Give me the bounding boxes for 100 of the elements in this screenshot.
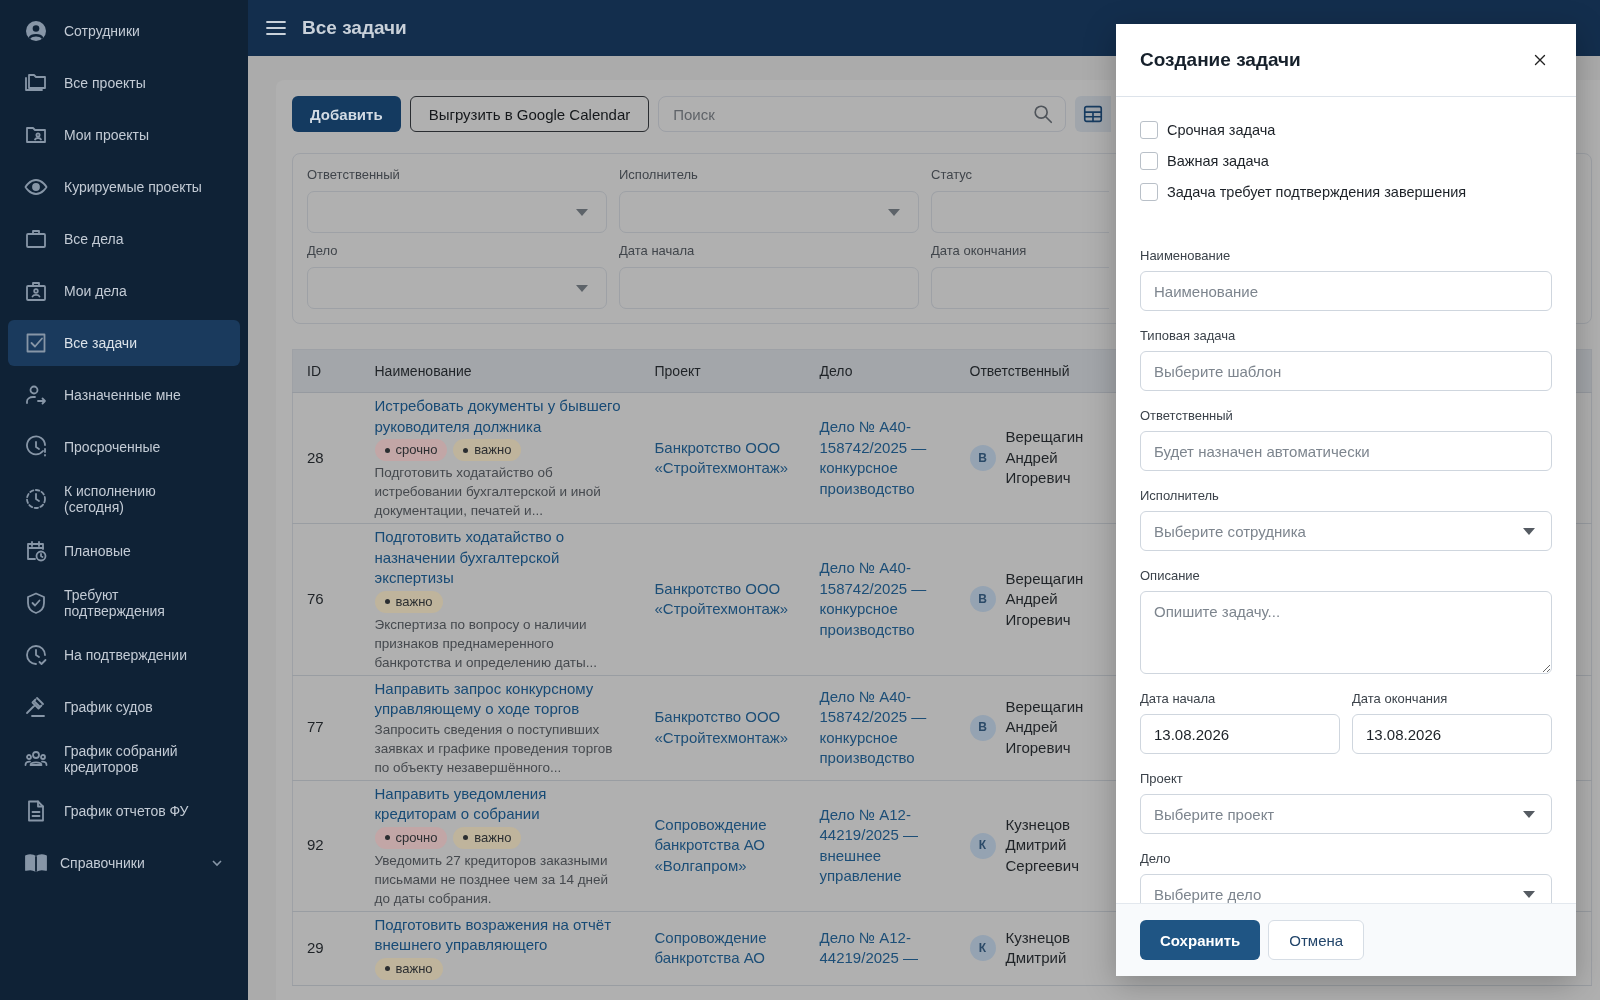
task-description: Экспертиза по вопросу о наличии признаков преднамеренного банкротства и определению даты... <box>374 615 598 672</box>
dropdown-field[interactable]: Выберите проект <box>1140 794 1552 834</box>
user-arrow-icon <box>24 383 48 407</box>
checkbox-label: Срочная задача <box>1167 122 1276 138</box>
filter-field[interactable] <box>931 191 1109 233</box>
clock-icon <box>24 435 48 459</box>
tag: важно <box>374 590 443 613</box>
date-field[interactable]: 13.08.2026 <box>1140 714 1340 754</box>
sidebar-item[interactable]: Все задачи <box>8 320 240 366</box>
table-cell: 28 <box>292 392 361 524</box>
filter-label: Дело <box>307 243 338 259</box>
checkbox[interactable] <box>1140 121 1158 139</box>
sidebar-item[interactable]: Все проекты <box>8 60 240 106</box>
caret-icon <box>888 208 900 216</box>
add-button[interactable]: Добавить <box>292 96 401 132</box>
project-link[interactable]: Банкротство ООО «Стройтехмонтаж» <box>654 437 792 479</box>
page-title: Все задачи <box>302 17 407 39</box>
text-field[interactable]: Наименование <box>1140 271 1552 311</box>
task-link[interactable]: Направить запрос конкурсному управляющему о ходе торгов <box>374 678 627 720</box>
avatar: К <box>969 832 996 859</box>
filter-label: Статус <box>931 167 973 183</box>
sidebar-item[interactable]: График отчетов ФУ <box>8 788 240 834</box>
sidebar-item[interactable]: К исполнению (сегодня) <box>8 476 240 522</box>
checkbox[interactable] <box>1140 183 1158 201</box>
sidebar-item[interactable]: Курируемые проекты <box>8 164 240 210</box>
project-link[interactable]: Сопровождение банкротства АО <box>654 927 792 969</box>
filter-field[interactable] <box>931 267 1109 309</box>
sidebar-item[interactable]: Справочники <box>8 840 240 886</box>
search-field[interactable]: Поиск <box>658 96 1067 132</box>
field-label: Дело <box>1140 851 1172 867</box>
description-field[interactable]: Опишите задачу... <box>1140 591 1552 674</box>
sidebar-item[interactable]: Назначенные мне <box>8 372 240 418</box>
table-cell: 29 <box>292 911 361 985</box>
cancel-button[interactable]: Отмена <box>1268 920 1365 960</box>
sidebar-item[interactable]: Мои дела <box>8 268 240 314</box>
table-cell: 76 <box>292 523 361 675</box>
filter-label: Ответственный <box>307 167 400 183</box>
clock-check-icon <box>24 643 48 667</box>
task-link[interactable]: Направить уведомления кредиторам о собрании <box>374 783 627 825</box>
table-cell: 77 <box>292 675 361 780</box>
project-link[interactable]: Банкротство ООО «Стройтехмонтаж» <box>654 578 792 620</box>
sidebar-item[interactable]: Сотрудники <box>8 8 240 54</box>
checkbox-label: Задача требует подтверждения завершения <box>1167 184 1467 200</box>
case-link[interactable]: Дело № А12-44219/2025 — внешнее управление <box>819 804 942 887</box>
save-button[interactable]: Сохранить <box>1140 920 1261 960</box>
sidebar-item[interactable]: Все дела <box>8 216 240 262</box>
task-description: Подготовить ходатайство об истребовании бухгалтерской и иной документации, печатей и... <box>374 464 602 520</box>
dropdown-field[interactable]: Выберите дело <box>1140 874 1552 903</box>
task-link[interactable]: Истребовать документы у бывшего руководителя должника <box>374 396 627 437</box>
date-field[interactable]: 13.08.2026 <box>1352 714 1552 754</box>
shield-icon <box>24 591 48 615</box>
column-header: ID <box>292 349 361 393</box>
caret-icon <box>576 284 588 292</box>
caret-icon <box>1523 527 1535 535</box>
user-icon <box>24 19 48 43</box>
table-cell: 92 <box>292 780 361 911</box>
table-view-button[interactable] <box>1075 96 1112 132</box>
sidebar-item[interactable]: Просроченные <box>8 424 240 470</box>
tag: важно <box>453 826 522 849</box>
text-field[interactable]: Выберите шаблон <box>1140 351 1552 391</box>
filter-dropdown[interactable] <box>307 191 607 233</box>
sidebar-item[interactable]: График судов <box>8 684 240 730</box>
task-link[interactable]: Подготовить ходатайство о назначении бухгалтерской экспертизы <box>374 527 627 589</box>
case-link[interactable]: Дело № А12-44219/2025 — <box>819 927 942 969</box>
project-link[interactable]: Банкротство ООО «Стройтехмонтаж» <box>654 707 792 748</box>
sidebar-item[interactable]: Плановые <box>8 528 240 574</box>
sidebar-item[interactable]: На подтверждении <box>8 632 240 678</box>
caret-icon <box>576 208 588 216</box>
sidebar-item[interactable]: Мои проекты <box>8 112 240 158</box>
case-link[interactable]: Дело № А40-158742/2025 — конкурсное производство <box>819 686 942 769</box>
checkbox[interactable] <box>1140 152 1158 170</box>
filter-dropdown[interactable] <box>307 267 607 309</box>
case-link[interactable]: Дело № А40-158742/2025 — конкурсное производство <box>819 558 942 641</box>
id-badge-icon <box>24 279 48 303</box>
gavel-icon <box>24 695 48 719</box>
avatar: В <box>969 586 996 613</box>
tag: срочно <box>374 439 448 461</box>
field-label: Ответственный <box>1140 408 1234 424</box>
sidebar-item[interactable]: График собраний кредиторов <box>8 736 240 782</box>
column-header: Наименование <box>360 349 641 393</box>
field-label: Исполнитель <box>1140 488 1220 504</box>
field-label: Типовая задача <box>1140 328 1237 344</box>
sidebar-item[interactable]: Требуют подтверждения <box>8 580 240 626</box>
filter-dropdown[interactable] <box>619 191 919 233</box>
dropdown-field[interactable]: Выберите сотрудника <box>1140 511 1552 551</box>
text-field[interactable]: Будет назначен автоматически <box>1140 431 1552 471</box>
responsible-name: Верещагин Андрей Игоревич <box>1005 568 1084 630</box>
responsible-name: Кузнецов Дмитрий <box>1005 927 1070 968</box>
task-link[interactable]: Подготовить возражения на отчёт внешнего управляющего <box>374 914 627 956</box>
project-link[interactable]: Сопровождение банкротства АО «Волгапром» <box>654 814 792 877</box>
column-header: Проект <box>640 349 806 393</box>
field-label: Описание <box>1140 568 1201 584</box>
responsible-name: Кузнецов Дмитрий Сергеевич <box>1005 814 1079 876</box>
case-link[interactable]: Дело № А40-158742/2025 — конкурсное производство <box>819 417 942 499</box>
field-label: Наименование <box>1140 248 1232 264</box>
field-label: Дата окончания <box>1352 691 1449 707</box>
export-button[interactable]: Выгрузить в Google Calendar <box>409 96 650 132</box>
caret-icon <box>1523 890 1535 898</box>
caret-icon <box>1523 810 1535 818</box>
filter-label: Исполнитель <box>619 167 698 183</box>
